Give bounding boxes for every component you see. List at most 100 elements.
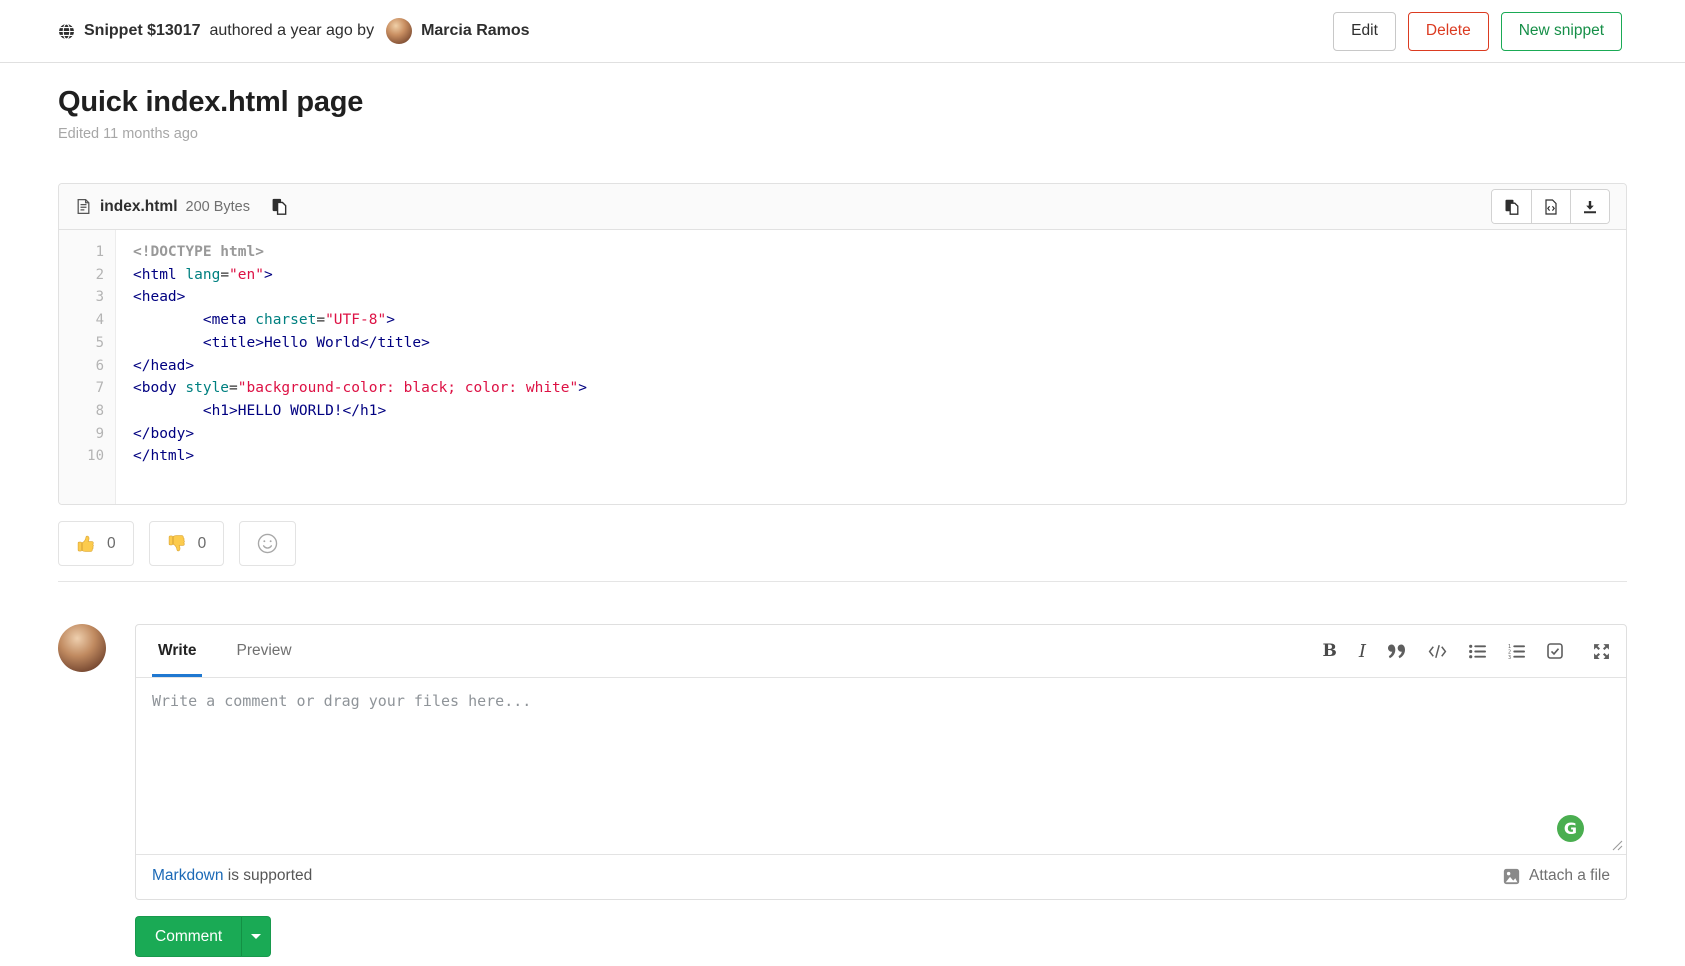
snippet-header: Snippet $13017 authored a year ago by Ma…: [0, 0, 1685, 63]
fullscreen-icon: [1593, 643, 1610, 660]
delete-button[interactable]: Delete: [1408, 12, 1489, 51]
grammarly-icon[interactable]: G: [1557, 815, 1584, 842]
comment-input[interactable]: [136, 678, 1626, 854]
comment-submit-row: Comment: [135, 916, 1627, 957]
bold-button[interactable]: B: [1323, 641, 1337, 661]
file-size: 200 Bytes: [186, 199, 251, 215]
copy-icon: [1504, 199, 1520, 215]
bullet-list-icon: [1469, 644, 1486, 659]
italic-icon: I: [1359, 641, 1366, 662]
file-viewer: index.html 200 Bytes: [58, 183, 1627, 505]
thumbsdown-count: 0: [198, 535, 207, 553]
markdown-note-rest: is supported: [224, 867, 313, 884]
thumbsdown-button[interactable]: 0: [149, 521, 225, 566]
new-snippet-button[interactable]: New snippet: [1501, 12, 1622, 51]
code-line: <h1>HELLO WORLD!</h1>: [133, 400, 1626, 423]
code-document-icon: [1543, 199, 1559, 215]
markdown-note: Markdown is supported: [152, 867, 312, 885]
snippet-content: Quick index.html page Edited 11 months a…: [0, 86, 1685, 957]
file-actions: [1491, 189, 1610, 224]
line-number[interactable]: 8: [59, 400, 104, 423]
current-user-avatar: [58, 624, 106, 672]
thumbs-down-icon: [167, 533, 188, 554]
line-number[interactable]: 7: [59, 377, 104, 400]
numbered-list-icon: 1 2 3: [1508, 644, 1525, 659]
comment-dropdown-toggle[interactable]: [241, 916, 271, 957]
line-number[interactable]: 9: [59, 423, 104, 446]
comment-section: Write Preview B I: [58, 624, 1627, 900]
attach-file-label: Attach a file: [1529, 867, 1610, 885]
code-line: <title>Hello World</title>: [133, 332, 1626, 355]
markdown-toolbar: B I: [1323, 625, 1611, 677]
code-icon: [1428, 644, 1447, 659]
code-line: <meta charset="UTF-8">: [133, 309, 1626, 332]
line-number[interactable]: 2: [59, 264, 104, 287]
code-line: <head>: [133, 286, 1626, 309]
code-line: <!DOCTYPE html>: [133, 241, 1626, 264]
author-name[interactable]: Marcia Ramos: [421, 22, 530, 40]
file-meta: index.html 200 Bytes: [75, 198, 288, 216]
markdown-header: Write Preview B I: [136, 625, 1626, 678]
tab-write[interactable]: Write: [152, 625, 202, 677]
comment-submit-button[interactable]: Comment: [135, 916, 241, 957]
line-numbers: 12345678910: [59, 230, 116, 504]
globe-icon: [58, 23, 75, 40]
authored-text: authored a year ago by: [210, 22, 375, 40]
download-button[interactable]: [1570, 190, 1609, 223]
quote-icon: [1388, 644, 1406, 659]
attach-file-button[interactable]: Attach a file: [1503, 867, 1610, 885]
image-icon: [1503, 868, 1520, 885]
author-avatar[interactable]: [386, 18, 412, 44]
numbered-list-button[interactable]: 1 2 3: [1508, 644, 1525, 659]
page-title: Quick index.html page: [58, 86, 1627, 119]
line-number[interactable]: 10: [59, 445, 104, 468]
code-line: <body style="background-color: black; co…: [133, 377, 1626, 400]
edit-button[interactable]: Edit: [1333, 12, 1396, 51]
tab-preview[interactable]: Preview: [230, 625, 297, 677]
thumbsup-count: 0: [107, 535, 116, 553]
copy-contents-button[interactable]: [1492, 190, 1531, 223]
markdown-footer: Markdown is supported Attach a file: [136, 855, 1626, 899]
comment-input-area: G: [136, 678, 1626, 855]
edited-timestamp: Edited 11 months ago: [58, 126, 1627, 142]
copy-file-path-button[interactable]: [271, 198, 288, 215]
chevron-down-icon: [251, 934, 261, 939]
line-number[interactable]: 3: [59, 286, 104, 309]
bullet-list-button[interactable]: [1469, 644, 1486, 659]
thumbsup-button[interactable]: 0: [58, 521, 134, 566]
section-divider: [58, 581, 1627, 582]
line-number[interactable]: 4: [59, 309, 104, 332]
bold-icon: B: [1323, 641, 1337, 661]
line-number[interactable]: 6: [59, 355, 104, 378]
download-icon: [1582, 199, 1598, 215]
markdown-link[interactable]: Markdown: [152, 867, 224, 884]
italic-button[interactable]: I: [1359, 641, 1366, 662]
code-line: <html lang="en">: [133, 264, 1626, 287]
task-list-button[interactable]: [1547, 643, 1563, 659]
thumbs-up-icon: [76, 533, 97, 554]
quote-button[interactable]: [1388, 644, 1406, 659]
snippet-meta: Snippet $13017 authored a year ago by Ma…: [58, 18, 530, 44]
task-list-icon: [1547, 643, 1563, 659]
code-button[interactable]: [1428, 644, 1447, 659]
award-emoji-row: 0 0: [58, 521, 1627, 566]
line-number[interactable]: 1: [59, 241, 104, 264]
fullscreen-button[interactable]: [1593, 643, 1610, 660]
comment-tabs: Write Preview: [152, 625, 298, 677]
line-number[interactable]: 5: [59, 332, 104, 355]
snippet-id: Snippet $13017: [84, 22, 201, 40]
code-line: </body>: [133, 423, 1626, 446]
comment-form: Write Preview B I: [135, 624, 1627, 900]
code-line: </html>: [133, 445, 1626, 468]
document-icon: [75, 198, 92, 215]
svg-text:3: 3: [1508, 654, 1511, 658]
resize-handle-icon[interactable]: [1612, 840, 1623, 851]
open-raw-button[interactable]: [1531, 190, 1570, 223]
add-reaction-button[interactable]: [239, 521, 296, 566]
code-lines: <!DOCTYPE html><html lang="en"><head> <m…: [116, 230, 1626, 504]
file-header: index.html 200 Bytes: [59, 184, 1626, 230]
smiley-icon: [257, 533, 278, 554]
code-block: 12345678910 <!DOCTYPE html><html lang="e…: [59, 230, 1626, 504]
copy-icon: [271, 198, 288, 215]
snippet-actions: Edit Delete New snippet: [1333, 12, 1622, 51]
